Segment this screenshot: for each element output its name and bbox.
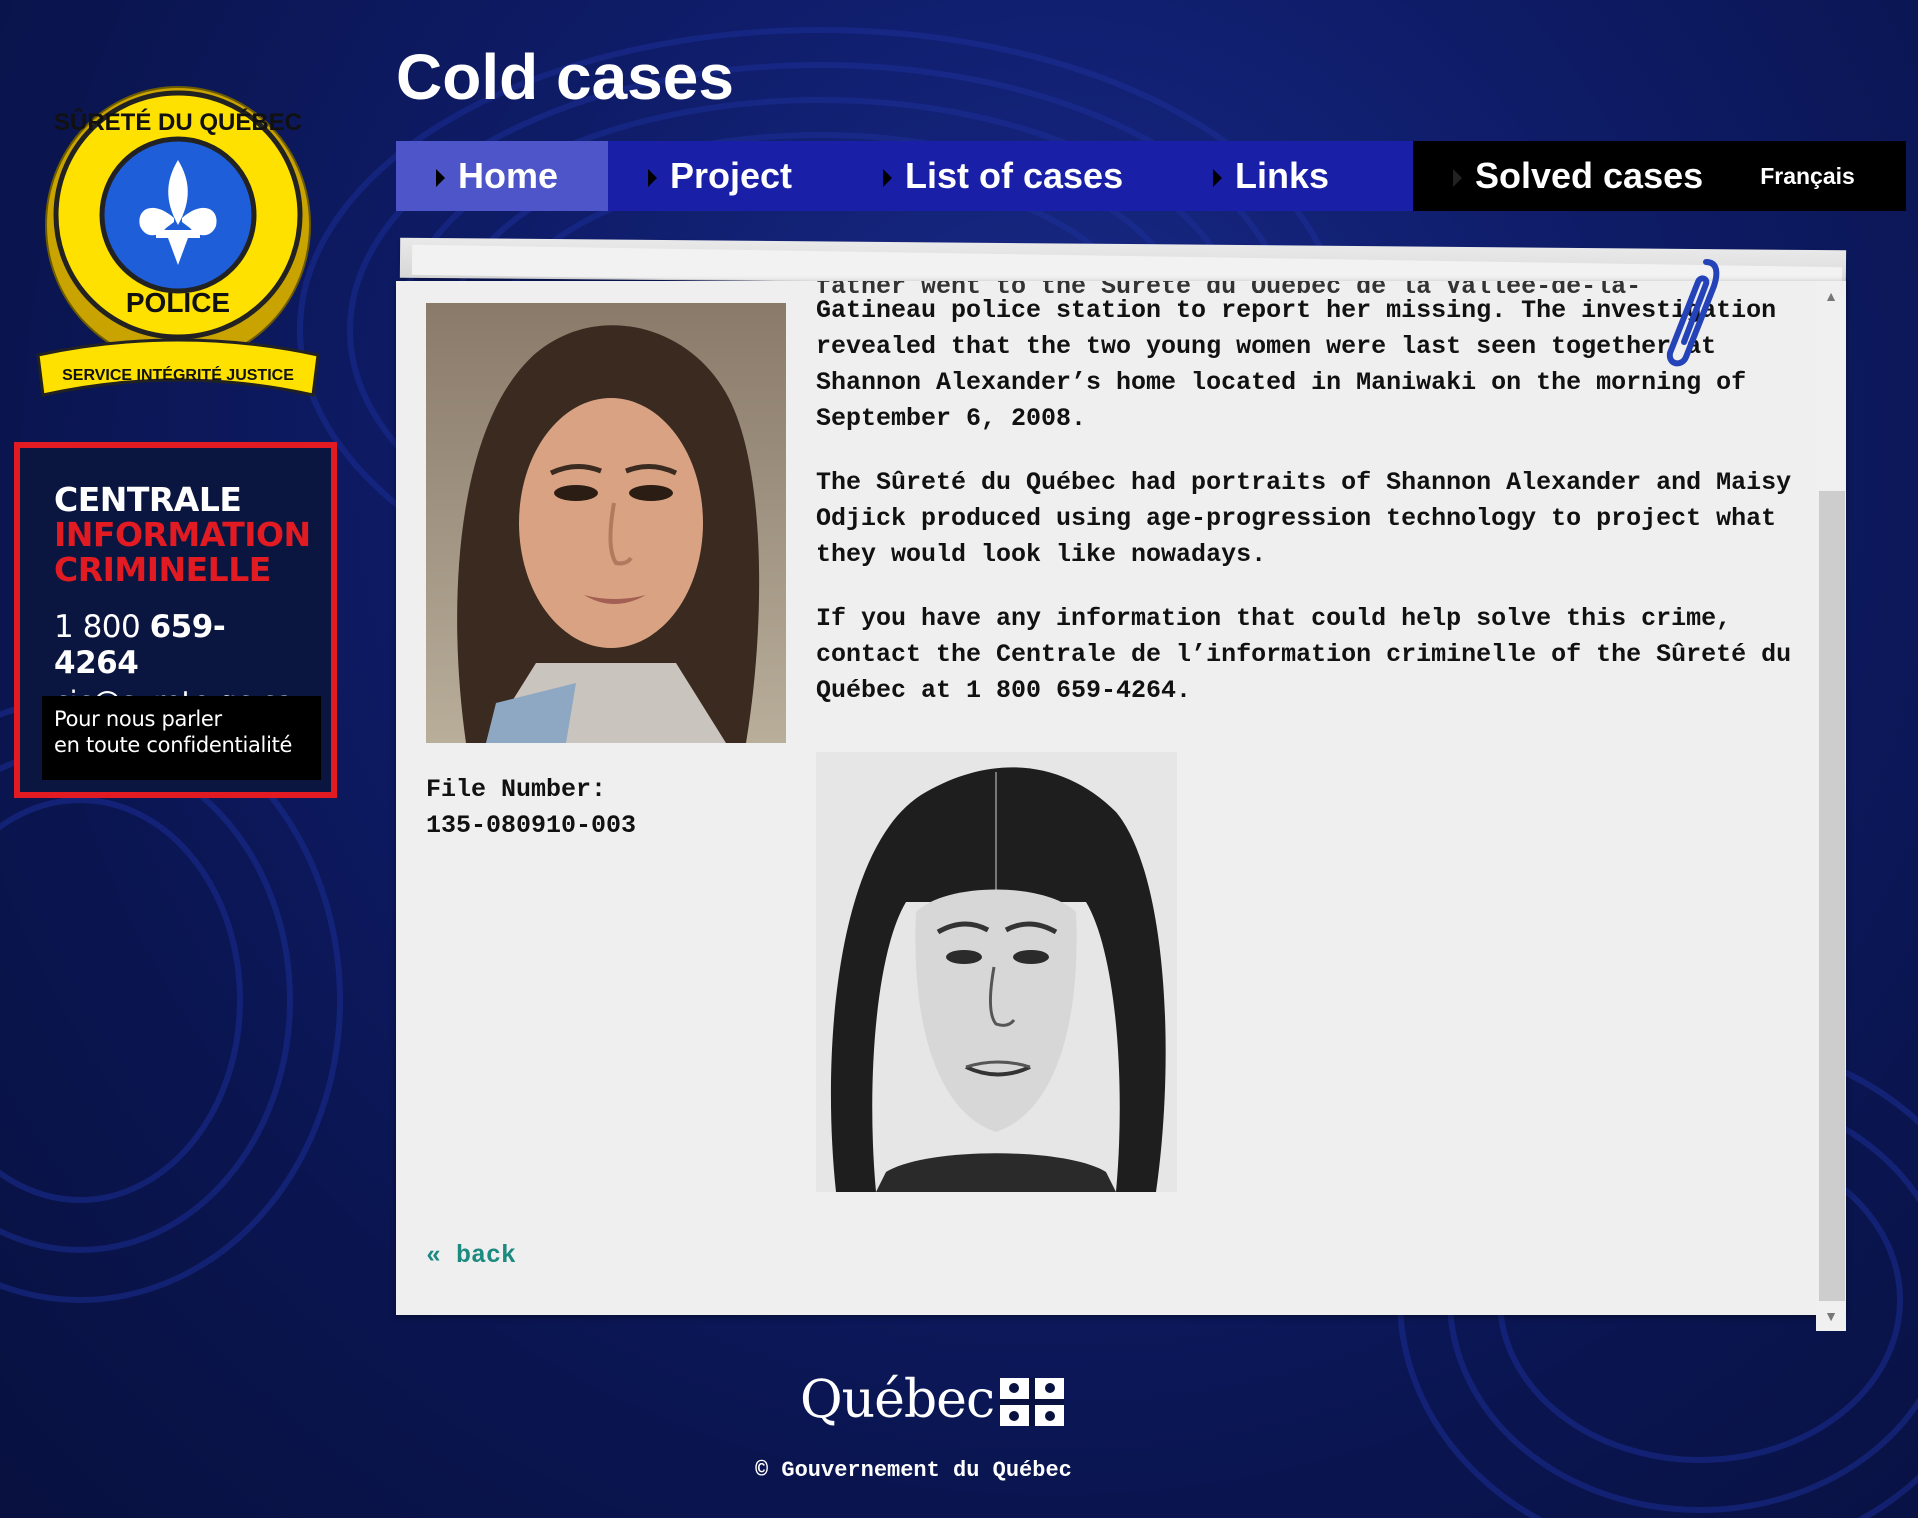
case-content-panel[interactable]: File Number: 135-080910-003 father went … xyxy=(396,281,1846,1315)
scroll-up-arrow-icon[interactable]: ▲ xyxy=(1816,281,1846,311)
nav-list-of-cases[interactable]: List of cases xyxy=(843,141,1173,211)
svg-text:SERVICE INTÉGRITÉ JUSTICE: SERVICE INTÉGRITÉ JUSTICE xyxy=(62,365,294,384)
cic-note-line1: Pour nous parler xyxy=(54,707,222,731)
quebec-government-logo[interactable]: Québec xyxy=(800,1370,1065,1434)
content-scrollbar[interactable]: ▲ ▼ xyxy=(1816,281,1846,1331)
age-progression-sketch xyxy=(816,752,1177,1192)
case-paragraph-3: If you have any information that could h… xyxy=(816,604,1792,705)
nav-links[interactable]: Links xyxy=(1173,141,1413,211)
cic-title-line2: INFORMATION xyxy=(54,515,311,554)
surete-quebec-logo[interactable]: SÛRETÉ DU QUÉBEC POLICE SERVICE INTÉGRIT… xyxy=(28,50,328,400)
cic-title-line1: CENTRALE xyxy=(54,480,242,519)
nav-arrow-icon xyxy=(436,169,445,187)
svg-text:SÛRETÉ DU QUÉBEC: SÛRETÉ DU QUÉBEC xyxy=(54,108,302,136)
scroll-down-arrow-icon[interactable]: ▼ xyxy=(1816,1301,1846,1331)
nav-arrow-icon xyxy=(648,169,657,187)
nav-home[interactable]: Home xyxy=(396,141,608,211)
nav-project-label: Project xyxy=(670,155,793,196)
nav-language-toggle[interactable]: Français xyxy=(1709,141,1906,211)
nav-arrow-icon xyxy=(1453,169,1462,187)
back-link[interactable]: « back xyxy=(426,1241,516,1270)
file-number-label: File Number: xyxy=(426,775,607,804)
copyright-notice: © Gouvernement du Québec xyxy=(755,1458,1072,1483)
svg-text:POLICE: POLICE xyxy=(126,287,230,318)
quebec-wordmark: Québec xyxy=(800,1370,995,1430)
cic-contact-box[interactable]: CENTRALE INFORMATION CRIMINELLE 1 800 65… xyxy=(14,442,337,798)
cic-phone-prefix: 1 800 xyxy=(54,609,150,645)
cic-title-line3: CRIMINELLE xyxy=(54,550,271,589)
victim-photo xyxy=(426,303,786,743)
file-number-block: File Number: 135-080910-003 xyxy=(426,772,636,844)
nav-project[interactable]: Project xyxy=(608,141,843,211)
scroll-thumb[interactable] xyxy=(1819,491,1845,1301)
case-paragraph-2: The Sûreté du Québec had portraits of Sh… xyxy=(816,468,1792,569)
nav-links-label: Links xyxy=(1235,155,1330,196)
nav-solved-cases-label: Solved cases xyxy=(1475,155,1704,196)
nav-home-label: Home xyxy=(458,155,559,196)
case-cutoff-line: father went to the Sûreté du Québec de l… xyxy=(816,281,1796,293)
case-paragraph-1: Gatineau police station to report her mi… xyxy=(816,296,1777,433)
cic-title: CENTRALE INFORMATION CRIMINELLE xyxy=(54,480,311,589)
file-number-value: 135-080910-003 xyxy=(426,811,637,840)
cic-note-line2: en toute confidentialité xyxy=(54,733,293,757)
paperclip-icon xyxy=(1656,252,1726,372)
case-description: father went to the Sûreté du Québec de l… xyxy=(816,281,1796,737)
nav-arrow-icon xyxy=(883,169,892,187)
page-title: Cold cases xyxy=(396,41,734,113)
nav-arrow-icon xyxy=(1213,169,1222,187)
cic-confidential-note: Pour nous parler en toute confidentialit… xyxy=(42,696,321,780)
main-nav: Home Project List of cases Links Solved … xyxy=(396,141,1906,211)
cic-phone: 1 800 659-4264 xyxy=(54,609,301,681)
nav-list-of-cases-label: List of cases xyxy=(905,155,1124,196)
nav-solved-cases[interactable]: Solved cases xyxy=(1413,141,1709,211)
quebec-fleur-de-lis-icon xyxy=(1000,1378,1064,1426)
